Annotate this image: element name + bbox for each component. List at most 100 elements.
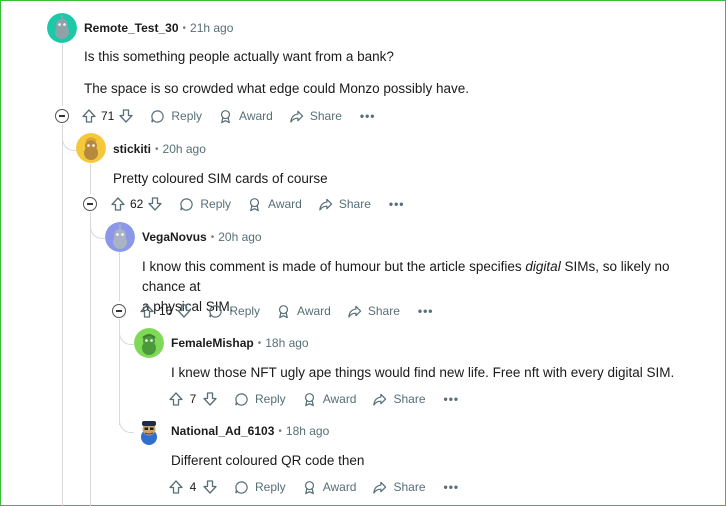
reply-button[interactable]: Reply xyxy=(208,304,260,319)
downvote-icon[interactable] xyxy=(147,196,163,212)
award-icon xyxy=(221,109,231,123)
separator-dot: • xyxy=(257,337,262,349)
more-options-button[interactable]: ••• xyxy=(418,304,434,318)
comment-bubble-icon xyxy=(180,197,194,211)
reply-button[interactable]: Reply xyxy=(179,197,231,212)
avatar[interactable] xyxy=(76,133,106,163)
share-button[interactable]: Share xyxy=(372,392,426,407)
username[interactable]: VegaNovus xyxy=(142,230,207,244)
avatar[interactable] xyxy=(134,416,164,446)
vote-count: 7 xyxy=(189,392,197,406)
award-icon xyxy=(304,392,314,406)
avatar[interactable] xyxy=(134,328,164,358)
comment-text: I know this comment is made of humour bu… xyxy=(142,259,526,274)
avatar[interactable] xyxy=(105,222,135,252)
share-label: Share xyxy=(393,480,426,494)
comment-body: The space is so crowded what edge could … xyxy=(84,79,469,99)
share-button[interactable]: Share xyxy=(347,304,400,319)
upvote-icon[interactable] xyxy=(168,479,184,495)
comment-meta: FemaleMishap • 18h ago xyxy=(171,333,309,353)
more-options-button[interactable]: ••• xyxy=(389,197,405,211)
vote-controls: 16 xyxy=(139,303,192,319)
award-label: Award xyxy=(297,304,331,318)
separator-dot: • xyxy=(210,231,215,243)
award-button[interactable]: Award xyxy=(218,109,273,124)
downvote-icon[interactable] xyxy=(176,303,192,319)
more-options-button[interactable]: ••• xyxy=(444,392,460,406)
upvote-icon[interactable] xyxy=(168,391,184,407)
award-icon xyxy=(279,304,289,318)
share-icon xyxy=(373,393,387,406)
separator-dot: • xyxy=(278,425,282,437)
username[interactable]: Remote_Test_30 xyxy=(84,21,179,35)
upvote-icon[interactable] xyxy=(81,108,97,124)
thread-branch xyxy=(119,330,134,345)
vote-count: 71 xyxy=(101,109,115,123)
timestamp[interactable]: 18h ago xyxy=(286,424,329,438)
award-label: Award xyxy=(239,109,273,123)
upvote-icon[interactable] xyxy=(139,303,155,319)
comment-paragraph: I knew those NFT ugly ape things would f… xyxy=(171,365,675,380)
comment-bubble-icon xyxy=(151,109,165,123)
comment-meta: VegaNovus • 20h ago xyxy=(142,227,262,247)
username[interactable]: FemaleMishap xyxy=(171,336,254,350)
comment-actions: 16 Reply Award Share ••• xyxy=(139,299,433,323)
thread-line-level-3[interactable] xyxy=(119,252,120,301)
timestamp[interactable]: 21h ago xyxy=(190,21,233,35)
reply-button[interactable]: Reply xyxy=(234,480,286,495)
award-button[interactable]: Award xyxy=(247,197,302,212)
vote-count: 16 xyxy=(159,304,173,318)
reply-label: Reply xyxy=(229,304,261,318)
avatar[interactable] xyxy=(47,13,77,43)
timestamp[interactable]: 18h ago xyxy=(265,336,308,350)
award-button[interactable]: Award xyxy=(302,392,357,407)
collapse-button[interactable] xyxy=(112,304,126,318)
thread-line-level-1[interactable] xyxy=(62,44,63,106)
award-icon xyxy=(250,197,260,211)
comment-bubble-icon xyxy=(209,304,223,318)
share-button[interactable]: Share xyxy=(289,109,342,124)
reply-label: Reply xyxy=(200,197,232,211)
username[interactable]: stickiti xyxy=(113,142,151,156)
share-label: Share xyxy=(309,109,342,123)
share-label: Share xyxy=(338,197,371,211)
collapse-button[interactable] xyxy=(83,197,97,211)
collapse-button[interactable] xyxy=(55,109,69,123)
thread-branch xyxy=(119,418,134,433)
award-button[interactable]: Award xyxy=(276,304,331,319)
reply-button[interactable]: Reply xyxy=(234,392,286,407)
more-options-button[interactable]: ••• xyxy=(360,109,376,123)
thread-line-level-1[interactable] xyxy=(62,124,63,506)
award-label: Award xyxy=(322,392,357,406)
timestamp[interactable]: 20h ago xyxy=(218,230,261,244)
share-icon xyxy=(319,198,333,211)
username[interactable]: National_Ad_6103 xyxy=(171,424,274,438)
comment-actions: 71 Reply Award Share ••• xyxy=(81,104,375,128)
downvote-icon[interactable] xyxy=(118,108,134,124)
share-label: Share xyxy=(393,392,426,406)
vote-count: 4 xyxy=(189,480,197,494)
downvote-icon[interactable] xyxy=(202,479,218,495)
upvote-icon[interactable] xyxy=(110,196,126,212)
vote-controls: 71 xyxy=(81,108,134,124)
award-button[interactable]: Award xyxy=(302,480,356,495)
thread-line-level-2[interactable] xyxy=(90,164,91,194)
share-button[interactable]: Share xyxy=(318,197,371,212)
comment-body: I knew those NFT ugly ape things would f… xyxy=(171,363,674,383)
timestamp[interactable]: 20h ago xyxy=(163,142,206,156)
thread-line-level-2[interactable] xyxy=(90,212,91,506)
share-label: Share xyxy=(367,304,400,318)
comment-actions: 7 Reply Award Share ••• xyxy=(168,387,459,411)
comment-meta: stickiti • 20h ago xyxy=(113,139,206,159)
vote-controls: 62 xyxy=(110,196,163,212)
more-options-button[interactable]: ••• xyxy=(444,480,460,494)
downvote-icon[interactable] xyxy=(202,391,218,407)
comment-paragraph: Is this something people actually want f… xyxy=(84,49,394,64)
vote-controls: 7 xyxy=(168,391,218,407)
vote-controls: 4 xyxy=(168,479,218,495)
comment-meta: Remote_Test_30 • 21h ago xyxy=(84,18,233,38)
share-button[interactable]: Share xyxy=(372,480,426,495)
comment-paragraph: The space is so crowded what edge could … xyxy=(84,81,469,96)
reply-button[interactable]: Reply xyxy=(150,109,202,124)
reply-label: Reply xyxy=(255,392,286,406)
